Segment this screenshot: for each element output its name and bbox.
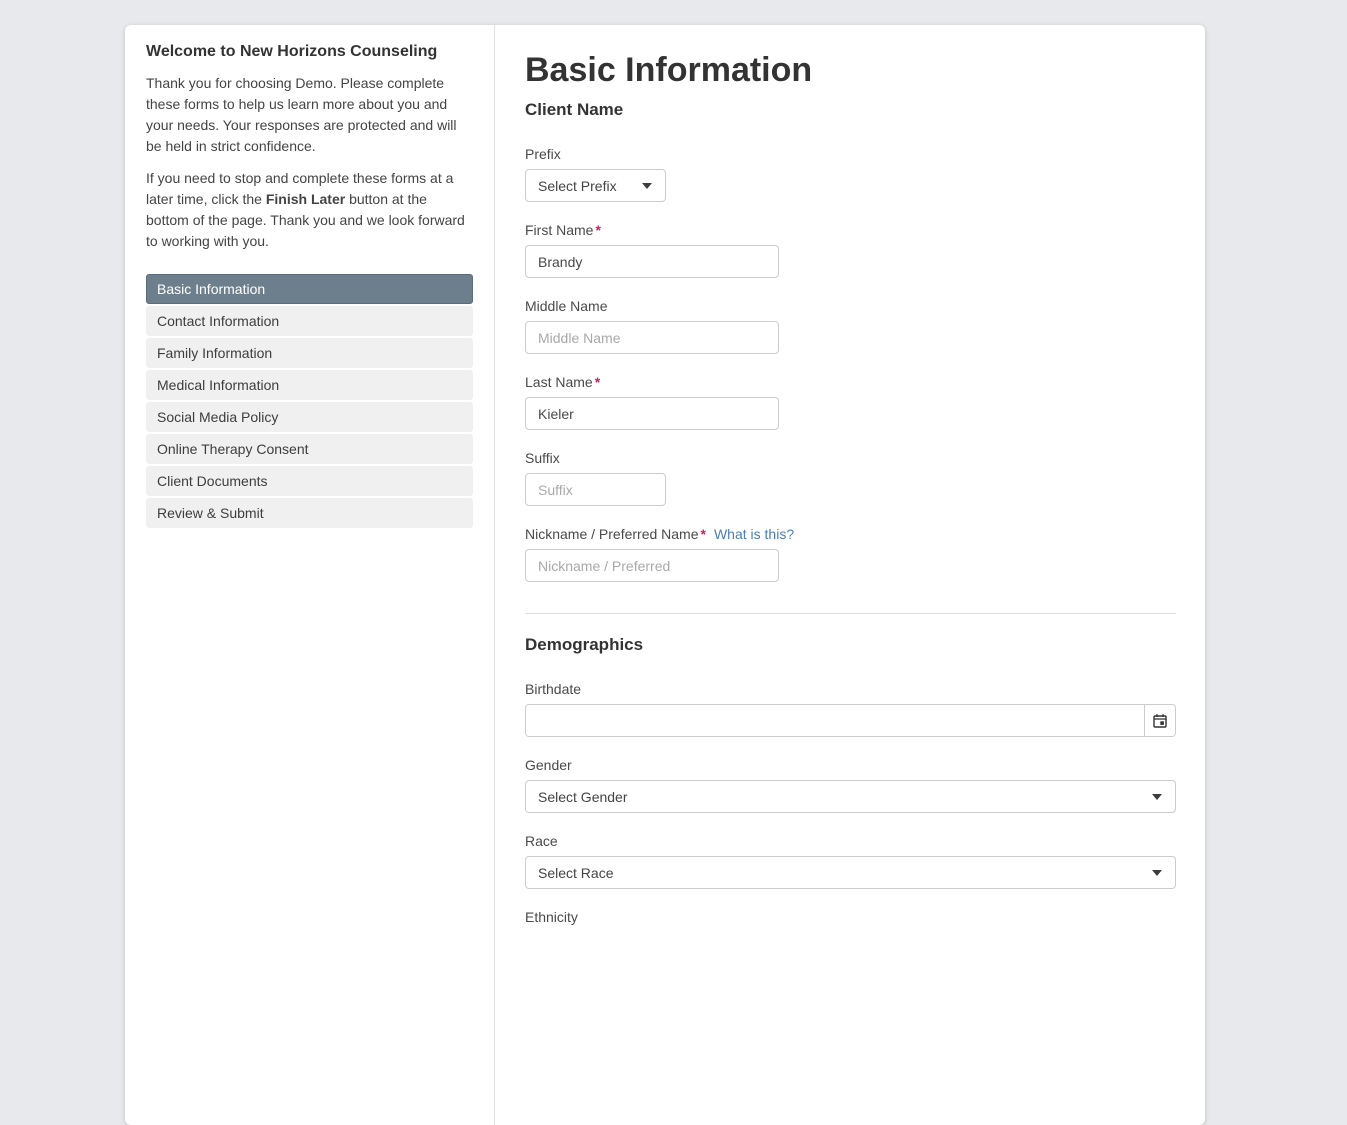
birthdate-input-group <box>525 704 1176 737</box>
nav-item-client-documents[interactable]: Client Documents <box>146 466 473 496</box>
last-name-label: Last Name* <box>525 374 1176 390</box>
required-asterisk: * <box>595 222 600 238</box>
first-name-label: First Name* <box>525 222 1176 238</box>
what-is-this-link[interactable]: What is this? <box>714 526 794 542</box>
suffix-field: Suffix <box>525 450 1176 506</box>
nav-item-social-media-policy[interactable]: Social Media Policy <box>146 402 473 432</box>
nav-item-family-information[interactable]: Family Information <box>146 338 473 368</box>
birthdate-input[interactable] <box>526 705 1144 736</box>
ethnicity-field: Ethnicity <box>525 909 1176 925</box>
welcome-paragraph-2: If you need to stop and complete these f… <box>146 168 473 252</box>
client-name-heading: Client Name <box>525 100 1176 120</box>
gender-select[interactable]: Select Gender <box>525 780 1176 813</box>
section-divider <box>525 613 1176 614</box>
first-name-input[interactable] <box>525 245 779 278</box>
race-select-value: Select Race <box>538 865 613 881</box>
race-label: Race <box>525 833 1176 849</box>
page-title: Basic Information <box>525 49 1176 91</box>
nav-item-review-submit[interactable]: Review & Submit <box>146 498 473 528</box>
prefix-select-value: Select Prefix <box>538 178 617 194</box>
prefix-label: Prefix <box>525 146 1176 162</box>
middle-name-label: Middle Name <box>525 298 1176 314</box>
birthdate-field: Birthdate <box>525 681 1176 737</box>
last-name-field: Last Name* <box>525 374 1176 430</box>
last-name-input[interactable] <box>525 397 779 430</box>
prefix-select[interactable]: Select Prefix <box>525 169 666 202</box>
race-select[interactable]: Select Race <box>525 856 1176 889</box>
sidebar: Welcome to New Horizons Counseling Thank… <box>125 25 495 1125</box>
ethnicity-label: Ethnicity <box>525 909 1176 925</box>
chevron-down-icon <box>1152 794 1162 800</box>
suffix-input[interactable] <box>525 473 666 506</box>
nickname-field: Nickname / Preferred Name*What is this? <box>525 526 1176 582</box>
main-content: Basic Information Client Name Prefix Sel… <box>495 25 1205 1125</box>
gender-label: Gender <box>525 757 1176 773</box>
middle-name-input[interactable] <box>525 321 779 354</box>
welcome-paragraph-1: Thank you for choosing Demo. Please comp… <box>146 73 473 157</box>
nav-item-online-therapy-consent[interactable]: Online Therapy Consent <box>146 434 473 464</box>
birthdate-label: Birthdate <box>525 681 1176 697</box>
chevron-down-icon <box>1152 870 1162 876</box>
welcome-title: Welcome to New Horizons Counseling <box>146 43 473 61</box>
nickname-label: Nickname / Preferred Name*What is this? <box>525 526 1176 542</box>
demographics-heading: Demographics <box>525 635 1176 655</box>
suffix-label: Suffix <box>525 450 1176 466</box>
required-asterisk: * <box>701 526 706 542</box>
chevron-down-icon <box>642 183 652 189</box>
race-field: Race Select Race <box>525 833 1176 889</box>
calendar-button[interactable] <box>1144 705 1175 736</box>
nav-item-contact-information[interactable]: Contact Information <box>146 306 473 336</box>
required-asterisk: * <box>595 374 600 390</box>
middle-name-field: Middle Name <box>525 298 1176 354</box>
gender-field: Gender Select Gender <box>525 757 1176 813</box>
nav-item-basic-information[interactable]: Basic Information <box>146 274 473 304</box>
form-section-nav: Basic Information Contact Information Fa… <box>146 274 473 528</box>
nickname-input[interactable] <box>525 549 779 582</box>
calendar-icon <box>1152 713 1168 729</box>
finish-later-emphasis: Finish Later <box>266 191 345 207</box>
nav-item-medical-information[interactable]: Medical Information <box>146 370 473 400</box>
prefix-field: Prefix Select Prefix <box>525 146 1176 202</box>
form-card: Welcome to New Horizons Counseling Thank… <box>125 25 1205 1125</box>
gender-select-value: Select Gender <box>538 789 628 805</box>
first-name-field: First Name* <box>525 222 1176 278</box>
